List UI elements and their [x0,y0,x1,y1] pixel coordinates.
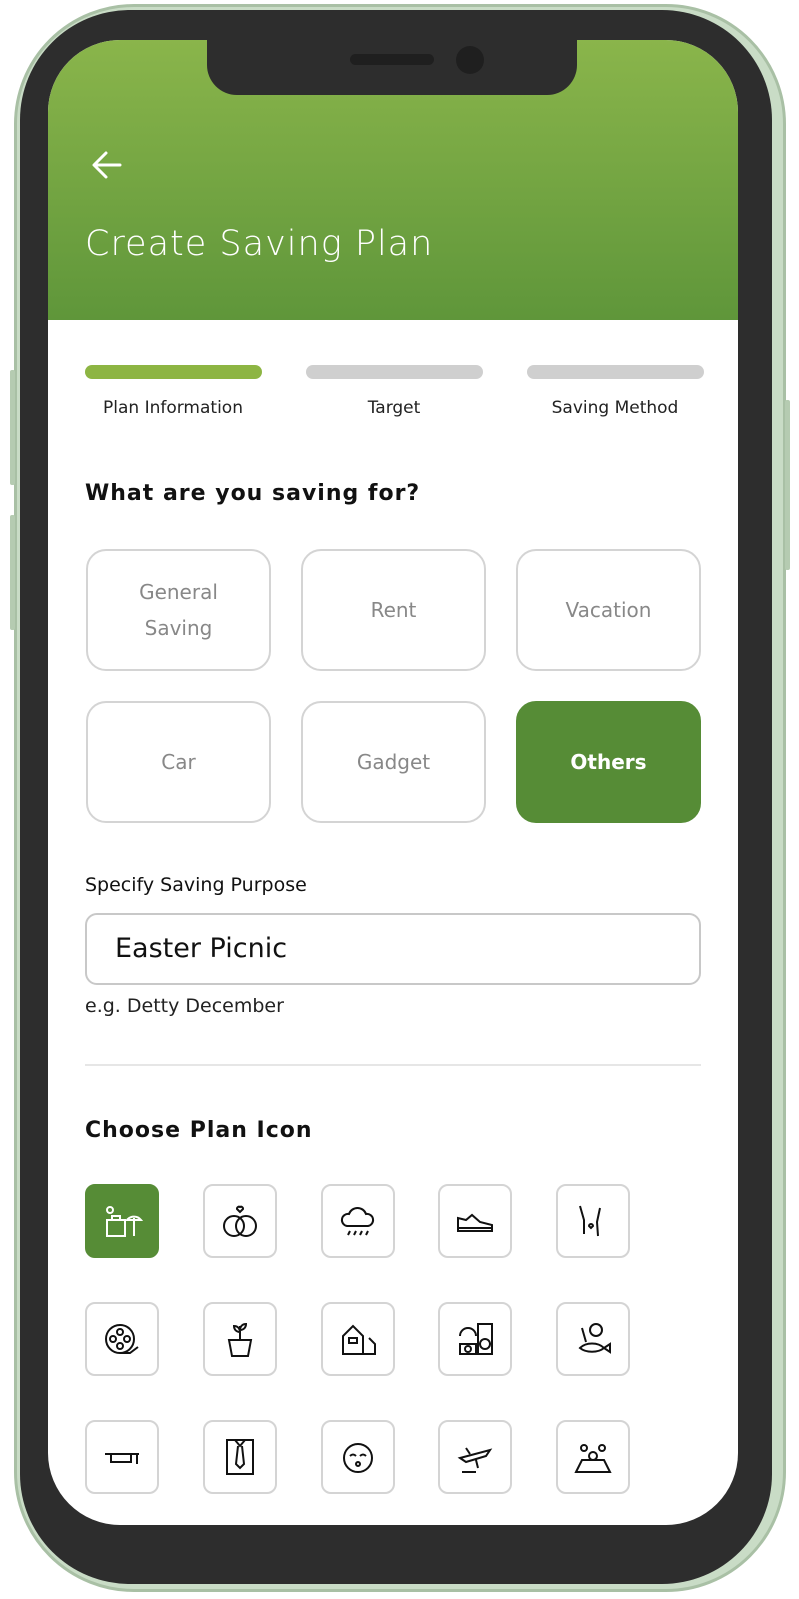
step-label-target[interactable]: Target [294,398,494,418]
step-label-saving-method[interactable]: Saving Method [515,398,715,418]
option-gadget[interactable]: Gadget [301,701,486,823]
specify-purpose-label: Specify Saving Purpose [85,874,307,896]
step-progress-plan-information [85,365,262,379]
arrow-left-icon [92,151,122,179]
plan-icon-heading: Choose Plan Icon [85,1118,313,1143]
plan-icon-option[interactable] [438,1302,512,1376]
plan-icon-option[interactable] [203,1420,277,1494]
money-plant-icon [227,1322,253,1357]
divider [85,1064,701,1066]
plan-icon-option[interactable] [85,1184,159,1258]
phone-volume-down [10,515,15,630]
option-general-saving[interactable]: General Saving [86,549,271,671]
step-progress-target [306,365,483,379]
plan-icon-option[interactable] [556,1184,630,1258]
speaker [350,54,434,65]
page-title: Create Saving Plan [85,224,434,264]
shirt-tie-icon [226,1439,254,1475]
film-reel-icon [105,1324,139,1354]
groceries-icon [578,1323,611,1354]
app-screen: Create Saving Plan Plan Information Targ… [48,40,738,1525]
plan-icon-option[interactable] [321,1184,395,1258]
graduation-cap-icon [105,1453,139,1464]
phone-volume-up [10,370,15,485]
airplane-icon [457,1447,493,1473]
camera [456,46,484,74]
plan-icon-option[interactable] [321,1302,395,1376]
option-others[interactable]: Others [516,701,701,823]
plan-icon-option[interactable] [438,1184,512,1258]
map-pins-icon [574,1444,612,1473]
saving-purpose-input[interactable]: Easter Picnic [85,913,701,985]
vacation-icon [106,1206,143,1237]
plan-icon-option[interactable] [85,1302,159,1376]
house-icon [342,1324,376,1355]
plan-icon-option[interactable] [203,1302,277,1376]
baby-icon [343,1443,373,1473]
saving-purpose-hint: e.g. Detty December [85,995,284,1017]
wedding-rings-icon [223,1205,257,1237]
option-rent[interactable]: Rent [301,549,486,671]
plan-icon-option[interactable] [556,1302,630,1376]
option-car[interactable]: Car [86,701,271,823]
plan-icon-option[interactable] [85,1420,159,1494]
plan-icon-option[interactable] [203,1184,277,1258]
plan-icon-option[interactable] [321,1420,395,1494]
option-vacation[interactable]: Vacation [516,549,701,671]
phone-power-button [785,400,790,570]
plan-icon-option[interactable] [556,1420,630,1494]
champagne-toast-icon [579,1205,601,1237]
step-label-plan-information[interactable]: Plan Information [73,398,273,418]
plan-icon-option[interactable] [438,1420,512,1494]
rain-cloud-icon [340,1207,375,1236]
phone-notch [207,40,577,95]
back-button[interactable] [88,145,128,185]
music-photo-gear-icon [459,1323,493,1355]
sneaker-icon [457,1213,493,1232]
step-progress-saving-method [527,365,704,379]
purpose-heading: What are you saving for? [85,481,421,506]
